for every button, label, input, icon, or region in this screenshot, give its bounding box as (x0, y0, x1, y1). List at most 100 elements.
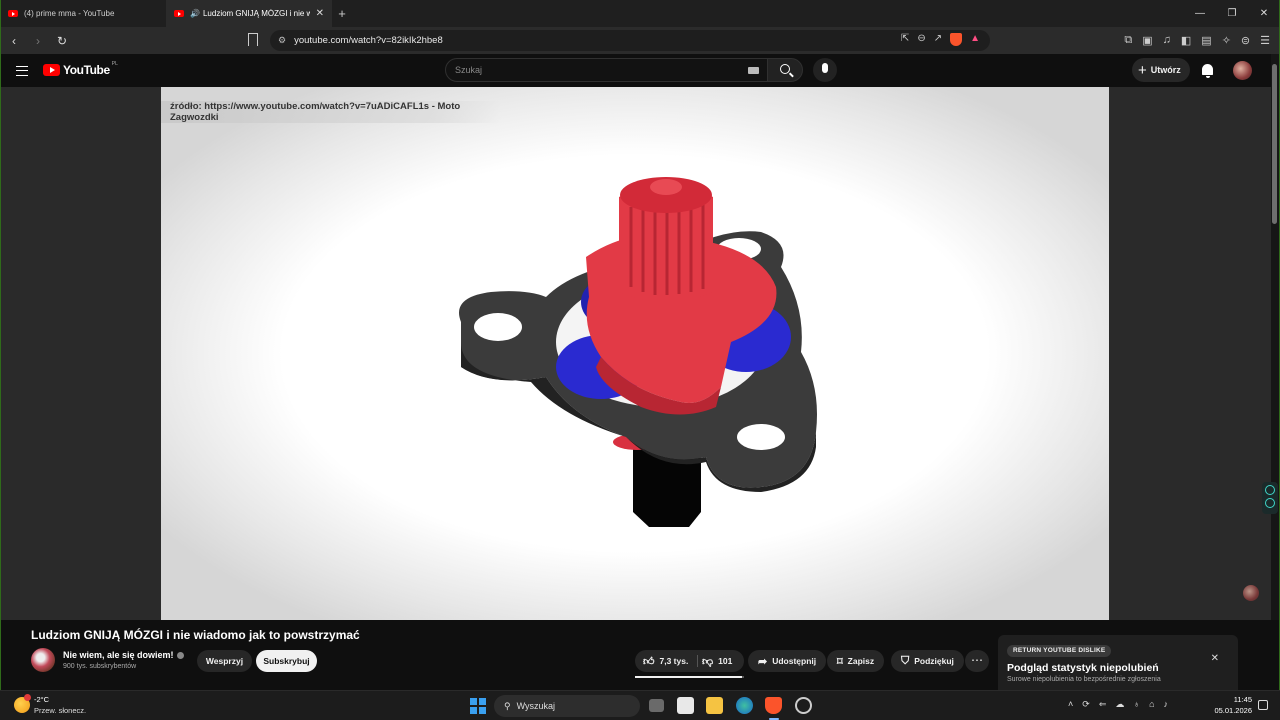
more-actions-button[interactable]: ⋯ (965, 650, 989, 672)
microphone-tray-icon[interactable]: ♁ (1133, 699, 1140, 710)
create-label: Utwórz (1150, 65, 1181, 75)
audio-playing-icon[interactable]: 🔊 (190, 9, 200, 18)
thanks-button[interactable]: ⛉ Podziękuj (891, 650, 964, 672)
task-view-icon[interactable] (649, 699, 664, 712)
store-icon[interactable] (677, 697, 694, 714)
ryd-title: Podgląd statystyk niepolubień (1007, 662, 1159, 674)
brave-shields-icon[interactable] (950, 33, 963, 46)
system-tray: ˄ ⟳ ⇐ ☁ ♁ ⌂ ♪ (1068, 699, 1168, 710)
menu-icon[interactable]: ☰ (1260, 34, 1270, 47)
page-scrollbar[interactable] (1271, 54, 1279, 690)
thanks-label: Podziękuj (914, 656, 954, 666)
cloud-icon[interactable]: ☁ (1115, 699, 1124, 710)
search-input[interactable]: Szukaj (445, 58, 768, 82)
support-button[interactable]: Wesprzyj (197, 650, 252, 672)
back-icon[interactable]: ‹ (4, 34, 24, 48)
tab-current-video[interactable]: 🔊 Ludziom GNIJĄ MÓZGI i nie w ✕ (166, 0, 332, 27)
share-page-icon[interactable]: ↗ (934, 33, 942, 46)
youtube-favicon-icon (174, 10, 184, 17)
plus-icon: + (1138, 61, 1147, 79)
planetary-gear-render (459, 177, 817, 527)
sidebar-icon[interactable]: ◧ (1181, 34, 1191, 47)
extension-puzzle-icon[interactable]: ⧉ (1124, 34, 1132, 47)
minimize-icon[interactable]: — (1184, 0, 1216, 27)
like-count: 7,3 tys. (659, 656, 689, 666)
save-label: Zapisz (847, 656, 875, 666)
channel-name[interactable]: Nie wiem, ale się dowiem! (63, 650, 174, 660)
media-icon[interactable]: ♫ (1163, 34, 1171, 47)
search-button[interactable] (767, 58, 803, 82)
address-bar[interactable]: ⚙ youtube.com/watch?v=82ikIk2hbe8 ⇱ ⊖ ↗ … (270, 30, 990, 51)
microphone-icon (822, 63, 828, 73)
volume-icon[interactable]: ♪ (1164, 699, 1169, 710)
dislike-button[interactable]: 👎︎ 101 (702, 650, 732, 672)
network-icon[interactable]: ⌂ (1149, 699, 1154, 710)
keyboard-icon[interactable] (748, 67, 759, 74)
close-widget-icon[interactable] (1265, 485, 1275, 495)
brave-rewards-icon[interactable]: ▲ (970, 33, 980, 46)
taskbar-search[interactable]: ⚲ Wyszukaj (494, 695, 640, 717)
divider (697, 655, 698, 667)
like-button[interactable]: 👍︎ 7,3 tys. (635, 650, 697, 672)
guide-menu-icon[interactable] (16, 66, 28, 76)
share-button[interactable]: ➦ Udostępnij (748, 650, 827, 672)
sync-icon[interactable]: ⟳ (1082, 699, 1090, 710)
like-ratio-fill (635, 676, 743, 678)
notification-center-icon[interactable] (1258, 700, 1268, 710)
tab-title: Ludziom GNIJĄ MÓZGI i nie w (202, 9, 310, 18)
region-code: PL (111, 61, 118, 67)
search-placeholder: Szukaj (455, 65, 483, 75)
scrollbar-thumb[interactable] (1272, 64, 1277, 224)
file-explorer-icon[interactable] (706, 697, 723, 714)
close-tab-icon[interactable]: ✕ (316, 8, 324, 19)
close-popup-icon[interactable]: ✕ (1211, 653, 1219, 664)
video-title: Ludziom GNIJĄ MÓZGI i nie wiadomo jak to… (31, 628, 360, 642)
back-arrow-icon[interactable]: ⇐ (1099, 699, 1107, 710)
extension-icons: ⧉ ▣ ♫ ◧ ▤ ✧ ⊜ ☰ (1124, 34, 1270, 47)
clock-date: 05.01.2026 (1214, 706, 1252, 715)
voice-search-button[interactable] (813, 58, 837, 82)
restore-icon[interactable]: ❐ (1216, 0, 1248, 27)
windows-start-icon[interactable] (470, 698, 486, 714)
show-hidden-icons-icon[interactable]: ˄ (1068, 699, 1073, 710)
tab-prime-mma[interactable]: (4) prime mma - YouTube (0, 0, 166, 27)
thumbs-down-icon: 👎︎ (702, 655, 714, 668)
open-in-app-icon[interactable]: ⇱ (901, 33, 909, 46)
extension-widget-icon[interactable] (1265, 498, 1275, 508)
reload-icon[interactable]: ↻ (52, 34, 72, 48)
edge-browser-icon[interactable] (736, 697, 753, 714)
create-button[interactable]: + Utwórz (1132, 58, 1190, 82)
screenshot-icon[interactable]: ▣ (1142, 34, 1152, 47)
channel-watermark-avatar[interactable] (1243, 585, 1259, 601)
zoom-icon[interactable]: ⊖ (917, 33, 925, 46)
forward-icon[interactable]: › (28, 34, 48, 48)
verified-badge-icon (176, 652, 184, 660)
channel-name-row[interactable]: Nie wiem, ale się dowiem! (63, 650, 184, 660)
video-player[interactable]: źródło: https://www.youtube.com/watch?v=… (161, 87, 1109, 620)
close-window-icon[interactable]: ✕ (1248, 0, 1280, 27)
return-youtube-dislike-popup: RETURN YOUTUBE DISLIKE ✕ Podgląd statyst… (998, 635, 1238, 690)
new-tab-button[interactable]: + (332, 6, 352, 21)
clock[interactable]: 11:45 05.01.2026 (1212, 694, 1252, 716)
notifications-bell-icon[interactable] (1202, 64, 1213, 78)
like-dislike-group: 👍︎ 7,3 tys. 👎︎ 101 (635, 650, 744, 672)
ryd-subtitle: Surowe niepolubienia to bezpośrednie zgł… (1007, 676, 1161, 683)
account-avatar[interactable] (1233, 61, 1252, 80)
wallet-icon[interactable]: ▤ (1201, 34, 1211, 47)
youtube-logo[interactable]: YouTube PL (43, 61, 118, 77)
save-button[interactable]: ⌑ Zapisz (827, 650, 885, 672)
ai-assistant-icon[interactable]: ✧ (1222, 34, 1231, 47)
subscribe-button[interactable]: Subskrybuj (256, 650, 317, 672)
ryd-badge: RETURN YOUTUBE DISLIKE (1007, 645, 1112, 657)
bookmark-icon[interactable] (248, 33, 258, 46)
site-settings-icon[interactable]: ⚙ (278, 35, 286, 46)
subscriber-count: 900 tys. subskrybentów (63, 663, 137, 670)
weather-temperature[interactable]: -2°C (34, 695, 49, 704)
brave-browser-icon[interactable] (765, 697, 782, 714)
side-extension-widget[interactable] (1262, 482, 1278, 514)
clock-time: 11:45 (1233, 695, 1252, 704)
steam-icon[interactable] (795, 697, 812, 714)
vpn-icon[interactable]: ⊜ (1241, 34, 1250, 47)
weather-description[interactable]: Przew. słonecz. (34, 706, 86, 715)
channel-avatar[interactable] (31, 648, 55, 672)
